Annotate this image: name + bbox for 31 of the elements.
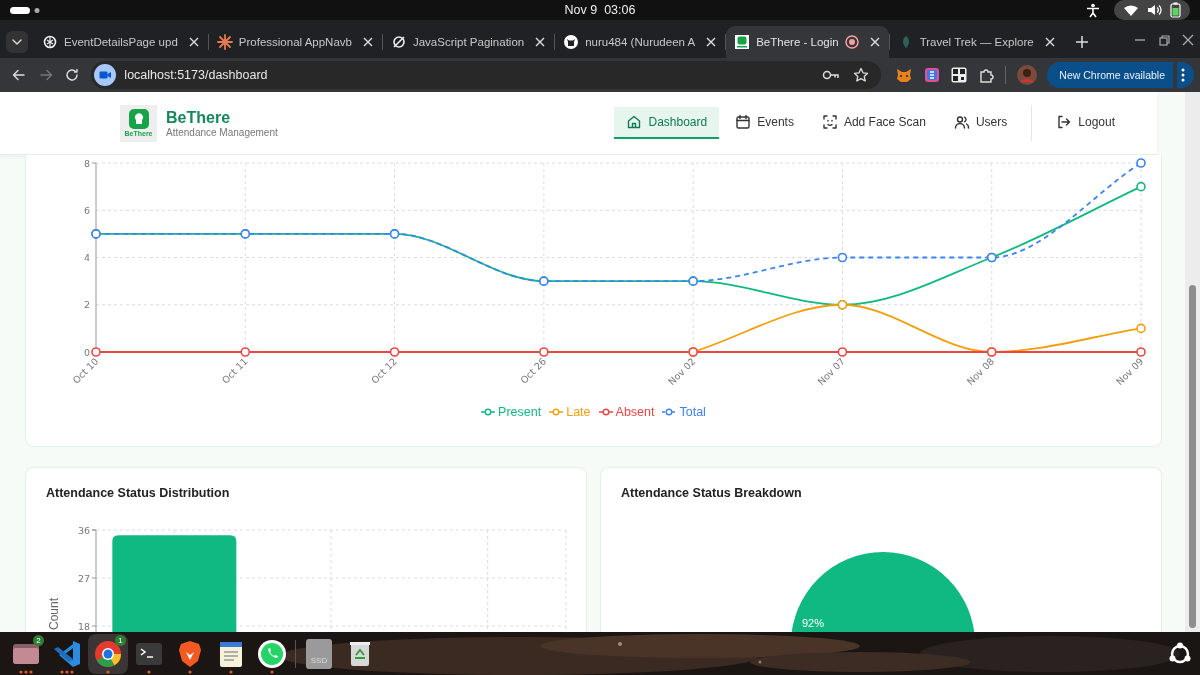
axis-tick-label: Nov 08 bbox=[964, 355, 997, 388]
axis-tick-label: 18 bbox=[77, 620, 90, 632]
url-text: localhost:5173/dashboard bbox=[124, 68, 269, 82]
slice-label: 92% bbox=[802, 617, 824, 629]
tab-title: BeThere - Login bbox=[756, 36, 839, 48]
axis-tick-label: Nov 07 bbox=[815, 355, 847, 388]
axis-tick-label: 36 bbox=[77, 524, 90, 536]
axis-tick-label: Nov 09 bbox=[1113, 355, 1146, 388]
axis-tick-label: 4 bbox=[83, 252, 90, 263]
axis-tick-label: 0 bbox=[83, 346, 90, 358]
axis-tick-label: Oct 10 bbox=[70, 355, 101, 386]
axis-tick-label: Oct 11 bbox=[219, 355, 250, 386]
card-title: Attendance Status Breakdown bbox=[620, 485, 803, 502]
axis-tick-label: 6 bbox=[83, 204, 90, 216]
tab-title: nuru484 (Nurudeen A bbox=[585, 36, 696, 48]
badge: 2 bbox=[33, 634, 44, 646]
axis-tick-label: 2 bbox=[83, 299, 90, 311]
badge: 1 bbox=[115, 634, 126, 646]
tab-title: JavaScript Pagination bbox=[412, 36, 525, 48]
axis-tick-label: Oct 26 bbox=[518, 355, 549, 386]
tab-title: Travel Trek — Explore bbox=[919, 36, 1034, 48]
tab-title: EventDetailsPage upd bbox=[64, 36, 178, 48]
axis-tick-label: 27 bbox=[77, 572, 90, 584]
card-title: Attendance Status Distribution bbox=[45, 485, 231, 502]
tab-title: Professional AppNavb bbox=[238, 36, 352, 48]
axis-tick-label: Oct 12 bbox=[368, 355, 399, 386]
axis-title: Count bbox=[47, 598, 61, 630]
axis-tick-label: 8 bbox=[83, 157, 90, 169]
app-name: BeThere bbox=[166, 108, 232, 127]
axis-tick-label: Nov 02 bbox=[666, 355, 698, 388]
app-subtitle: Attendance Management bbox=[166, 126, 278, 138]
